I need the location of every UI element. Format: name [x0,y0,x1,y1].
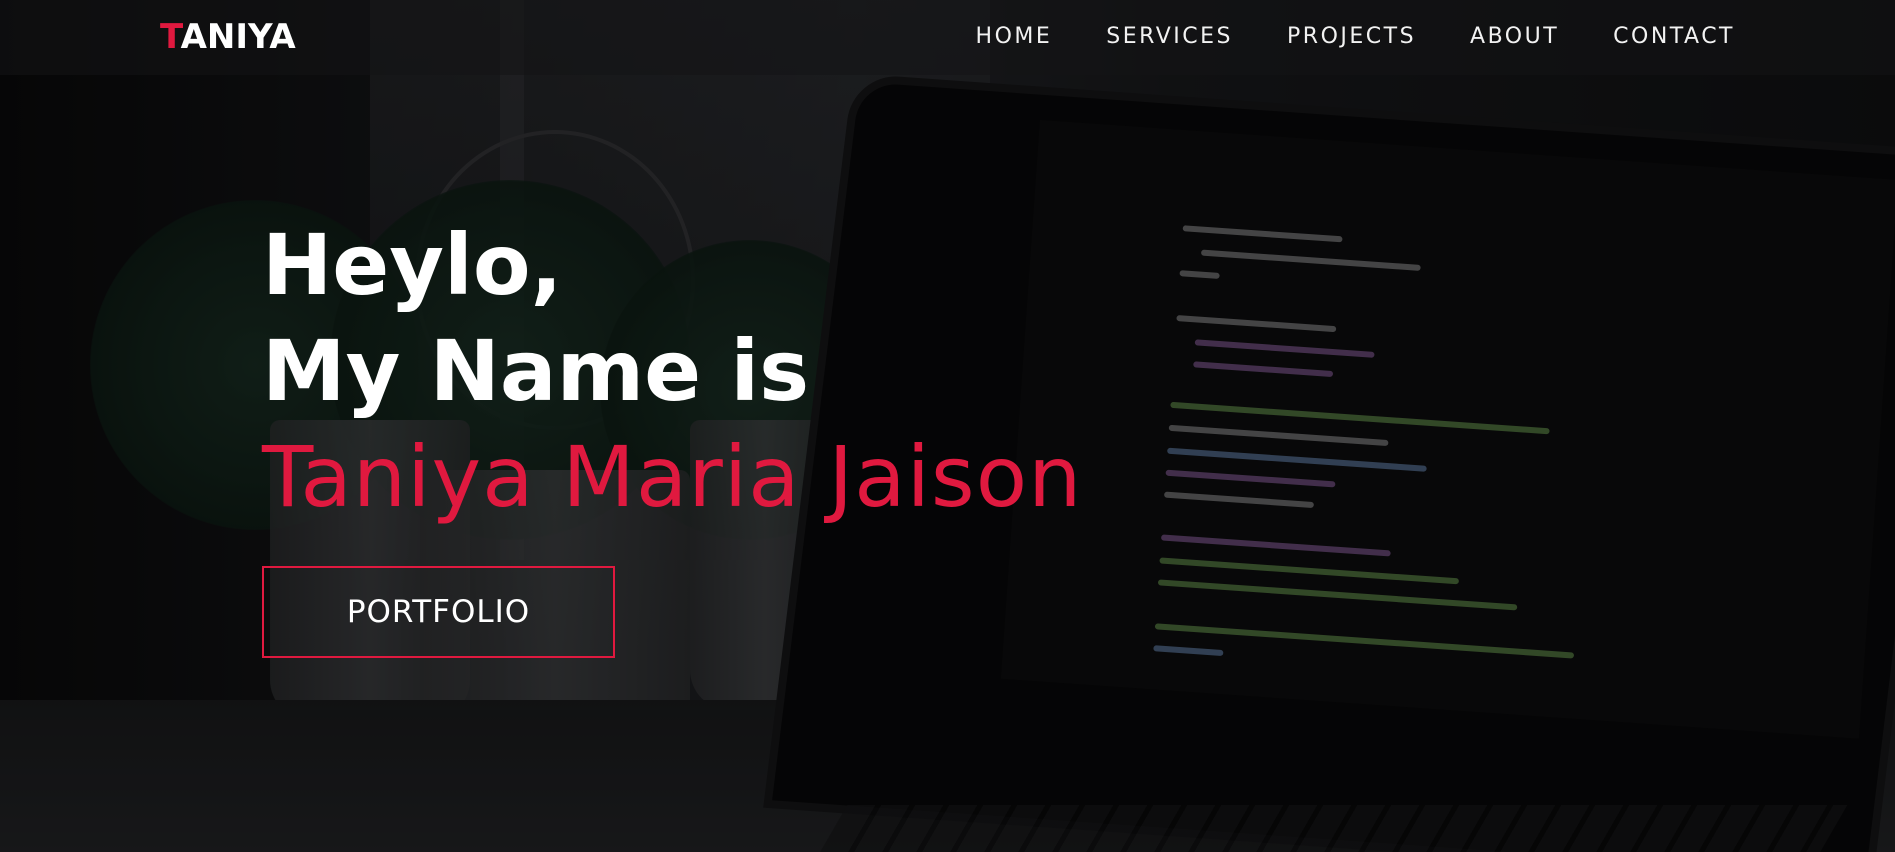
nav-link-home[interactable]: HOME [976,24,1053,49]
hero-greeting: Heylo, [262,216,563,314]
nav-link-about[interactable]: ABOUT [1470,24,1559,49]
nav-link-contact[interactable]: CONTACT [1613,24,1735,49]
nav-links: HOME SERVICES PROJECTS ABOUT CONTACT [976,24,1735,49]
nav-link-projects[interactable]: PROJECTS [1287,24,1416,49]
logo-rest: ANIYA [180,17,296,57]
portfolio-button[interactable]: PORTFOLIO [262,566,615,658]
top-navbar: TANIYA HOME SERVICES PROJECTS ABOUT CONT… [0,0,1895,75]
hero-name: Taniya Maria Jaison [262,428,1083,526]
brand-logo[interactable]: TANIYA [160,17,296,57]
nav-link-services[interactable]: SERVICES [1106,24,1233,49]
logo-first-letter: T [160,17,181,57]
hero-heading: Heylo, My Name is Taniya Maria Jaison [262,212,1082,530]
hero-intro: My Name is [262,322,810,420]
